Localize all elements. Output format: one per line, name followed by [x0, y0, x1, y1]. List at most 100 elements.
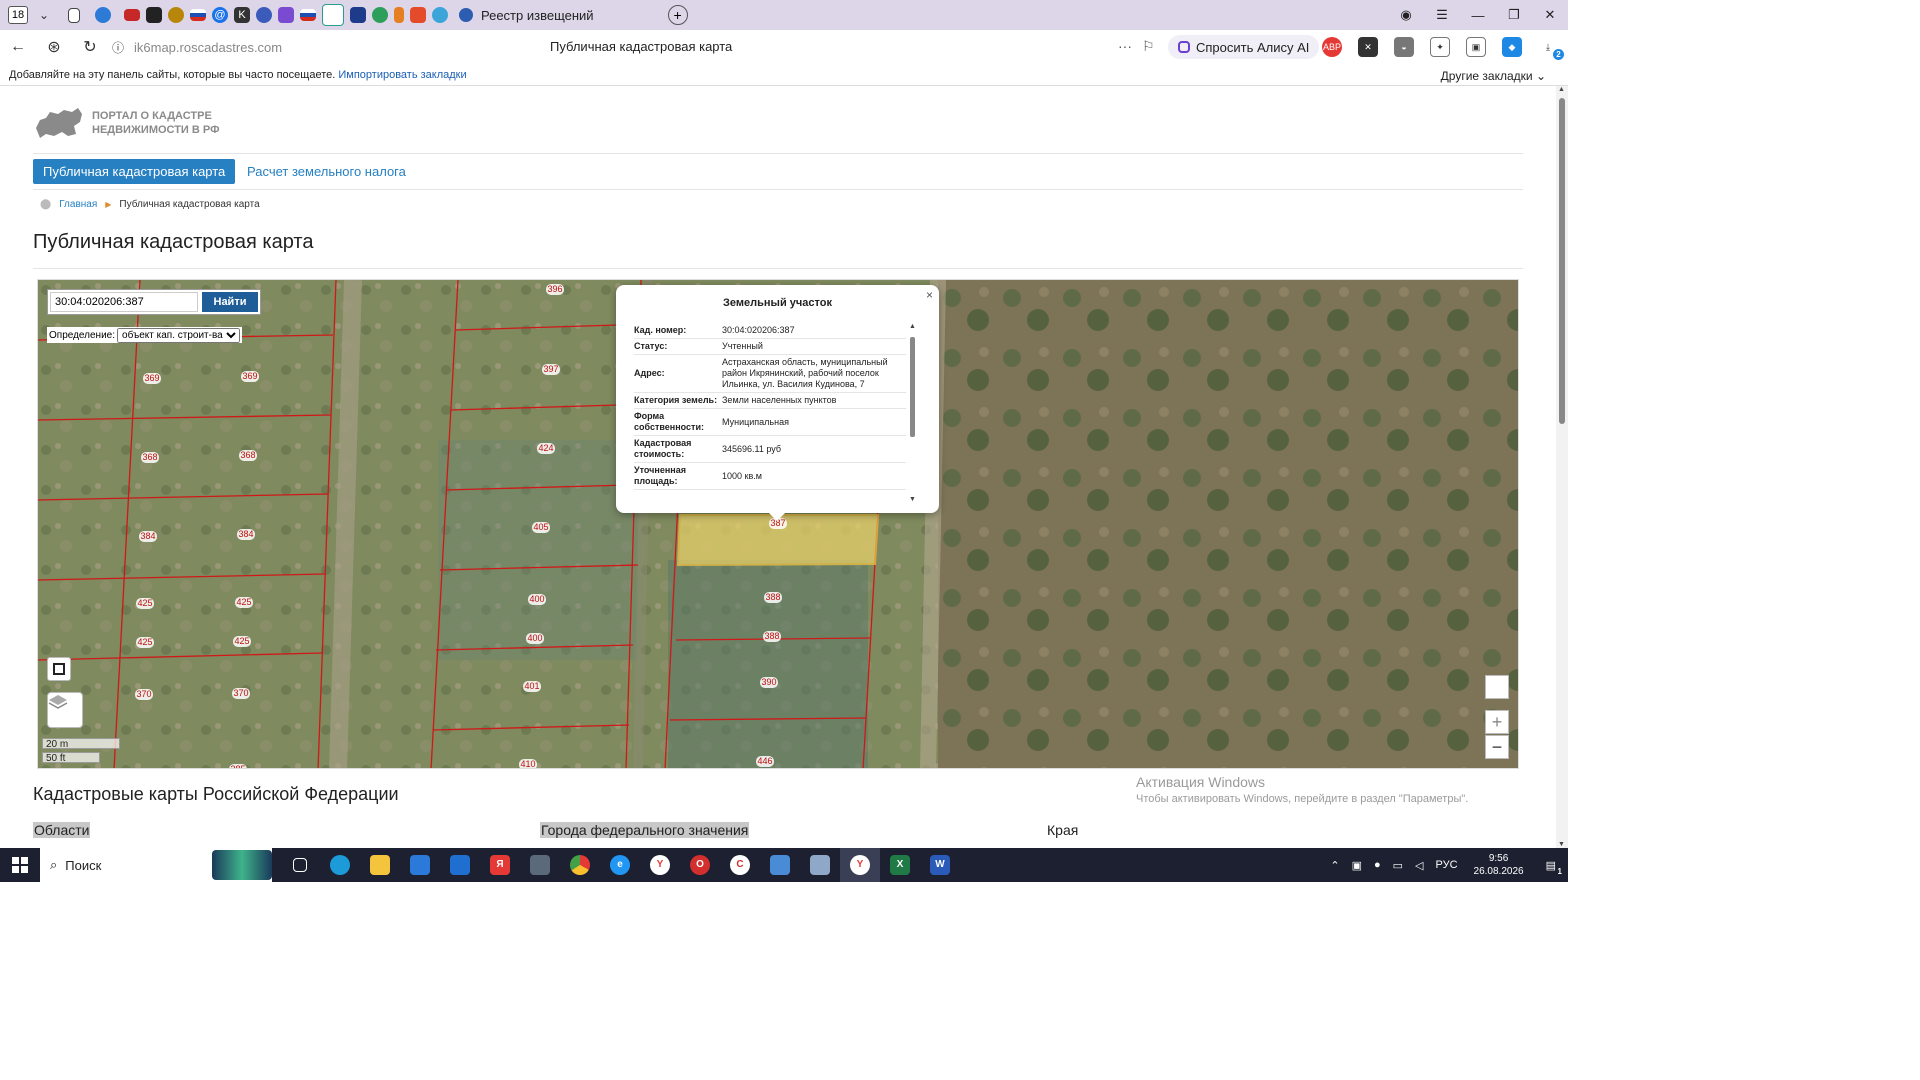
- profile-icon[interactable]: ◉: [1388, 7, 1424, 23]
- zoom-out-button[interactable]: −: [1485, 735, 1509, 759]
- network-icon[interactable]: ▭: [1393, 859, 1403, 872]
- reader-icon[interactable]: ⊛: [36, 37, 72, 57]
- tray-expand-icon[interactable]: ⌃: [1330, 859, 1339, 872]
- parcel-number-label[interactable]: 388: [765, 592, 780, 602]
- parcel-number-label[interactable]: 410: [520, 759, 535, 769]
- nav-tab-cadastral-map[interactable]: Публичная кадастровая карта: [33, 159, 236, 184]
- new-tab-button[interactable]: +: [667, 5, 688, 25]
- bookmark-icon[interactable]: ⚐: [1142, 38, 1155, 55]
- site-info-icon[interactable]: ⓘ: [108, 39, 128, 56]
- tab-favicon-document[interactable]: [68, 7, 80, 23]
- parcel-number-label[interactable]: 424: [538, 443, 553, 453]
- cup-icon[interactable]: ◒: [1394, 37, 1414, 57]
- tab-counter[interactable]: 18: [8, 6, 28, 24]
- parcel-number-label[interactable]: 370: [233, 688, 248, 698]
- task-view-icon[interactable]: [280, 848, 320, 882]
- parcel-number-label[interactable]: 400: [529, 594, 544, 604]
- ask-alisa-button[interactable]: Спросить Алису AI: [1168, 35, 1320, 59]
- chrome-icon[interactable]: [560, 848, 600, 882]
- cadastral-number-input[interactable]: [50, 292, 198, 312]
- adblock-icon[interactable]: ABP: [1322, 37, 1342, 57]
- edge-icon[interactable]: [320, 848, 360, 882]
- other-bookmarks[interactable]: Другие закладки ⌄: [1441, 69, 1546, 83]
- mic-icon[interactable]: ●: [1374, 859, 1381, 871]
- menu-icon[interactable]: ☰: [1424, 7, 1460, 23]
- restore-button[interactable]: ❐: [1496, 7, 1532, 23]
- popup-scroll-thumb[interactable]: [910, 337, 915, 437]
- store-icon[interactable]: [400, 848, 440, 882]
- tab-favicon-flag2[interactable]: [300, 9, 316, 21]
- yandex-browser-icon[interactable]: Y: [640, 848, 680, 882]
- tab-favicon-k[interactable]: K: [234, 7, 250, 23]
- start-button[interactable]: [0, 857, 40, 873]
- paint-icon[interactable]: [760, 848, 800, 882]
- file-explorer-icon[interactable]: [360, 848, 400, 882]
- downloads-icon[interactable]: ⤓ 2: [1538, 37, 1564, 60]
- tab-favicon-globe[interactable]: [95, 7, 111, 23]
- reload-icon[interactable]: ↻: [72, 37, 108, 57]
- define-select[interactable]: объект кап. строит-ва: [117, 327, 241, 343]
- tab-favicon-insta[interactable]: [278, 7, 294, 23]
- taskbar-search[interactable]: ⌕ Поиск: [40, 848, 272, 882]
- parcel-number-label[interactable]: 446: [757, 756, 772, 766]
- tab-favicon-flag[interactable]: [190, 9, 206, 21]
- parcel-number-label[interactable]: 368: [142, 452, 157, 462]
- tab-favicon-at[interactable]: @: [212, 7, 228, 23]
- shield-icon[interactable]: ◆: [1502, 37, 1522, 57]
- zoom-in-button[interactable]: +: [1485, 710, 1509, 734]
- parcel-number-label[interactable]: 385: [230, 764, 245, 769]
- scroll-up-icon[interactable]: ▲: [1558, 86, 1565, 93]
- site-logo[interactable]: ПОРТАЛ О КАДАСТРЕ НЕДВИЖИМОСТИ В РФ: [34, 106, 219, 140]
- map-tool-button[interactable]: [1485, 675, 1509, 699]
- volume-icon[interactable]: ◁: [1415, 859, 1423, 872]
- active-tab[interactable]: Реестр извещений: [451, 1, 602, 29]
- back-icon[interactable]: ←: [0, 38, 36, 56]
- excel-icon[interactable]: X: [880, 848, 920, 882]
- parcel-number-label[interactable]: 425: [137, 598, 152, 608]
- scroll-down-icon[interactable]: ▼: [1558, 841, 1565, 848]
- calculator-icon[interactable]: [520, 848, 560, 882]
- ie-icon[interactable]: e: [600, 848, 640, 882]
- import-bookmarks-link[interactable]: Импортировать закладки: [338, 69, 466, 81]
- tab-favicon-active[interactable]: [322, 4, 344, 26]
- nav-tab-land-tax[interactable]: Расчет земельного налога: [247, 164, 406, 179]
- tab-favicon-circle[interactable]: [256, 7, 272, 23]
- yandex-icon[interactable]: Я: [480, 848, 520, 882]
- ccleaner-icon[interactable]: C: [720, 848, 760, 882]
- scroll-down-icon[interactable]: ▼: [909, 496, 916, 503]
- parcel-number-label[interactable]: 390: [761, 677, 776, 687]
- parcel-number-label[interactable]: 368: [240, 450, 255, 460]
- parcel-number-label[interactable]: 369: [144, 373, 159, 383]
- parcel-number-label[interactable]: 401: [524, 681, 539, 691]
- parcel-number-label[interactable]: 369: [242, 371, 257, 381]
- parcel-number-label[interactable]: 384: [140, 531, 155, 541]
- parcel-number-label[interactable]: 384: [238, 529, 253, 539]
- more-icon[interactable]: ···: [1118, 38, 1132, 54]
- tool-icon[interactable]: [800, 848, 840, 882]
- tab-favicon-emblem[interactable]: [168, 7, 184, 23]
- column-krai[interactable]: Края: [1047, 822, 1078, 838]
- language-indicator[interactable]: РУС: [1436, 859, 1458, 871]
- tab-favicon-arrow[interactable]: [394, 7, 404, 23]
- scroll-up-icon[interactable]: ▲: [909, 323, 916, 330]
- yandex-active-icon[interactable]: Y: [840, 848, 880, 882]
- collections-icon[interactable]: ▣: [1466, 37, 1486, 57]
- parcel-number-label[interactable]: 425: [234, 636, 249, 646]
- breadcrumb-home[interactable]: Главная: [59, 199, 97, 210]
- word-icon[interactable]: W: [920, 848, 960, 882]
- close-window-button[interactable]: ✕: [1532, 7, 1568, 23]
- popup-scrollbar[interactable]: ▲ ▼: [909, 323, 916, 503]
- minimize-button[interactable]: —: [1460, 8, 1496, 23]
- find-button[interactable]: Найти: [202, 292, 258, 312]
- tab-favicon-bank[interactable]: [350, 7, 366, 23]
- column-federal-cities[interactable]: Города федерального значения: [540, 822, 750, 838]
- parcel-number-label[interactable]: 405: [533, 522, 548, 532]
- url-field[interactable]: ik6map.roscadastres.com: [134, 40, 282, 55]
- tab-favicon-cross[interactable]: [410, 7, 426, 23]
- parcel-number-label[interactable]: 370: [136, 689, 151, 699]
- clock[interactable]: 9:56 26.08.2026: [1474, 852, 1524, 878]
- meet-icon[interactable]: ▣: [1352, 859, 1362, 872]
- parcel-number-label[interactable]: 400: [527, 633, 542, 643]
- tab-favicon-blue[interactable]: [432, 7, 448, 23]
- tab-favicon-green[interactable]: [372, 7, 388, 23]
